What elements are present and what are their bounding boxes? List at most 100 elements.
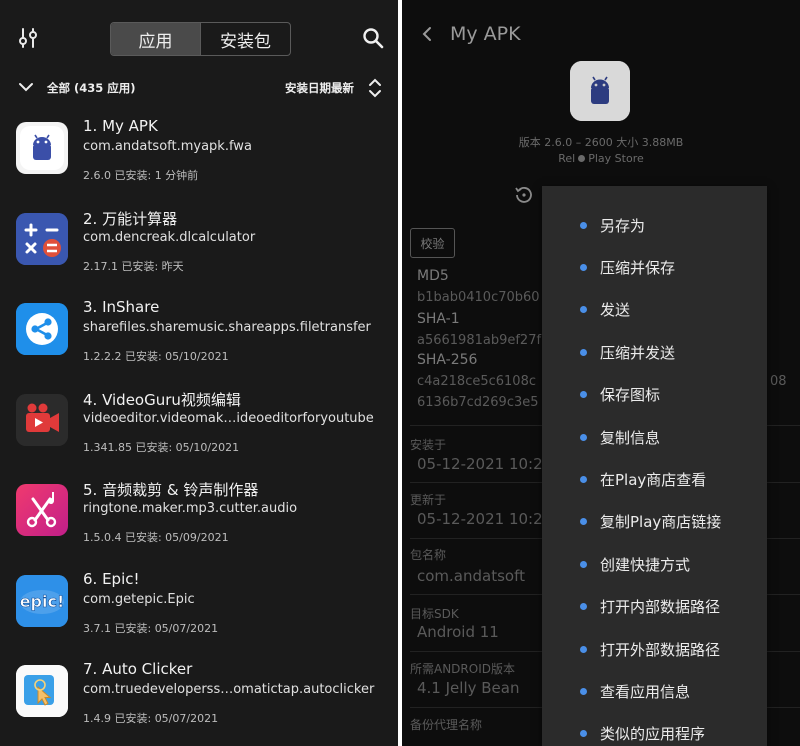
app-meta: 1.341.85 已安装: 05/10/2021 [83,440,240,454]
list-item[interactable]: 2. 万能计算器 com.dencreak.dlcalculator 2.17.… [0,195,398,286]
chevron-down-icon[interactable] [18,79,34,95]
sort-label[interactable]: 安装日期最新 [285,80,354,96]
app-name: 5. 音频裁剪 & 铃声制作器 [83,481,259,499]
tab-packages[interactable]: 安装包 [200,23,290,55]
app-package: com.truedeveloperss…omatictap.autoclicke… [83,682,375,697]
menu-label: 类似的应用程序 [600,725,706,744]
app-name: 2. 万能计算器 [83,209,178,228]
app-package: sharefiles.sharemusic.shareapps.filetran… [83,320,371,335]
verify-button[interactable]: 校验 [410,228,455,258]
menu-label: 打开内部数据路径 [600,598,721,617]
search-icon[interactable] [362,27,384,49]
menu-label: 在Play商店查看 [600,471,707,490]
menu-item-view-play-store[interactable]: 在Play商店查看 [542,458,767,500]
svg-text:epic!: epic! [20,592,65,611]
menu-item-send[interactable]: 发送 [542,289,767,331]
epic-icon: epic! [16,574,68,627]
menu-item-save-icon[interactable]: 保存图标 [542,374,767,416]
menu-label: 压缩并保存 [600,259,676,278]
menu-label: 发送 [600,301,631,320]
app-meta: 1.4.9 已安装: 05/07/2021 [83,712,219,725]
menu-item-app-info[interactable]: 查看应用信息 [542,670,767,712]
bullet-icon [580,348,587,356]
bullet-icon [580,391,587,399]
menu-item-similar-apps[interactable]: 类似的应用程序 [542,713,767,746]
sha256-value-line2: 6136b7cd269c3e5 [417,395,539,410]
sha256-value-tail: 08 [770,374,787,389]
app-name: 1. My APK [83,117,158,135]
list-item[interactable]: epic! 6. Epic! com.getepic.Epic 3.7.1 已安… [0,557,398,648]
auto-clicker-icon [16,665,68,717]
bullet-icon [580,264,587,272]
app-list-panel: 应用 安装包 全部 (435 应用) 安装日期最新 1. My APK com.… [0,0,398,746]
app-meta: 1.2.2.2 已安装: 05/10/2021 [83,350,229,363]
sha256-label: SHA-256 [417,352,478,368]
menu-item-compress-send[interactable]: 压缩并发送 [542,331,767,373]
md5-value: b1bab0410c70b60 [417,290,540,305]
app-name: 3. InShare [83,298,160,316]
sort-order-icon[interactable] [366,77,384,99]
top-bar: 应用 安装包 [0,0,398,72]
app-package: videoeditor.videomak…ideoeditorforyoutub… [83,410,374,426]
menu-label: 打开外部数据路径 [600,640,721,659]
app-name: 7. Auto Clicker [83,660,193,678]
page-title: My APK [450,23,521,45]
my-apk-icon [16,122,68,174]
menu-item-save-as[interactable]: 另存为 [542,204,767,246]
context-menu: 另存为 压缩并保存 发送 压缩并发送 保存图标 复制信息 在Play商店查看 复… [542,186,767,746]
inshare-icon [16,303,68,355]
bullet-icon [580,560,587,568]
list-item[interactable]: 3. InShare sharefiles.sharemusic.shareap… [0,285,398,376]
menu-label: 另存为 [600,216,646,235]
app-package: com.andatsoft.myapk.fwa [83,139,252,154]
menu-item-compress-save[interactable]: 压缩并保存 [542,246,767,288]
app-list: 1. My APK com.andatsoft.myapk.fwa 2.6.0 … [0,104,398,738]
menu-item-open-internal-data[interactable]: 打开内部数据路径 [542,586,767,628]
menu-item-open-external-data[interactable]: 打开外部数据路径 [542,628,767,670]
bullet-icon [580,645,587,653]
updated-value: 05-12-2021 10:2 [417,510,543,528]
list-item[interactable]: 7. Auto Clicker com.truedeveloperss…omat… [0,647,398,738]
bullet-icon [580,730,587,738]
package-value: com.andatsoft [417,567,525,585]
list-item[interactable]: 4. VideoGuru视频编辑 videoeditor.videomak…id… [0,376,398,467]
app-count[interactable]: 全部 (435 应用) [47,80,136,96]
menu-item-copy-play-link[interactable]: 复制Play商店链接 [542,501,767,543]
list-item[interactable]: 1. My APK com.andatsoft.myapk.fwa 2.6.0 … [0,104,398,195]
backup-agent-label: 备份代理名称 [410,718,483,732]
installed-value: 05-12-2021 10:2 [417,455,543,473]
menu-label: 查看应用信息 [600,683,691,702]
release-label: Rel [558,152,576,165]
store-label: Play Store [588,152,644,165]
tab-apps[interactable]: 应用 [111,23,200,55]
app-package: com.getepic.Epic [83,591,195,607]
source-info: Rel Play Store [402,152,800,165]
menu-item-create-shortcut[interactable]: 创建快捷方式 [542,543,767,585]
app-meta: 2.6.0 已安装: 1 分钟前 [83,169,199,182]
app-icon [570,61,630,121]
menu-label: 保存图标 [600,386,661,405]
package-label: 包名称 [410,548,447,562]
min-android-label: 所需ANDROID版本 [410,662,515,676]
app-meta: 3.7.1 已安装: 05/07/2021 [83,621,219,635]
app-name: 6. Epic! [83,569,140,588]
app-detail-panel: My APK 版本 2.6.0 – 2600 大小 3.88MB Rel Play… [402,0,800,746]
bullet-icon [580,306,587,314]
sha1-label: SHA-1 [417,311,460,327]
videoguru-icon [16,393,68,446]
version-info: 版本 2.6.0 – 2600 大小 3.88MB [518,136,684,149]
menu-item-copy-info[interactable]: 复制信息 [542,416,767,458]
view-tabs: 应用 安装包 [110,22,291,56]
back-arrow-icon[interactable] [420,25,434,43]
menu-label: 压缩并发送 [600,343,676,362]
filter-settings-icon[interactable] [16,26,40,50]
list-item[interactable]: 5. 音频裁剪 & 铃声制作器 ringtone.maker.mp3.cutte… [0,466,398,557]
history-icon[interactable] [513,184,535,206]
bullet-icon [580,433,587,441]
ringtone-cutter-icon [16,484,68,536]
target-sdk-label: 目标SDK [410,607,459,621]
app-package: ringtone.maker.mp3.cutter.audio [83,501,298,516]
sort-bar: 全部 (435 应用) 安装日期最新 [0,72,398,104]
target-sdk-value: Android 11 [417,623,499,641]
sha256-value: c4a218ce5c6108c [417,374,536,389]
